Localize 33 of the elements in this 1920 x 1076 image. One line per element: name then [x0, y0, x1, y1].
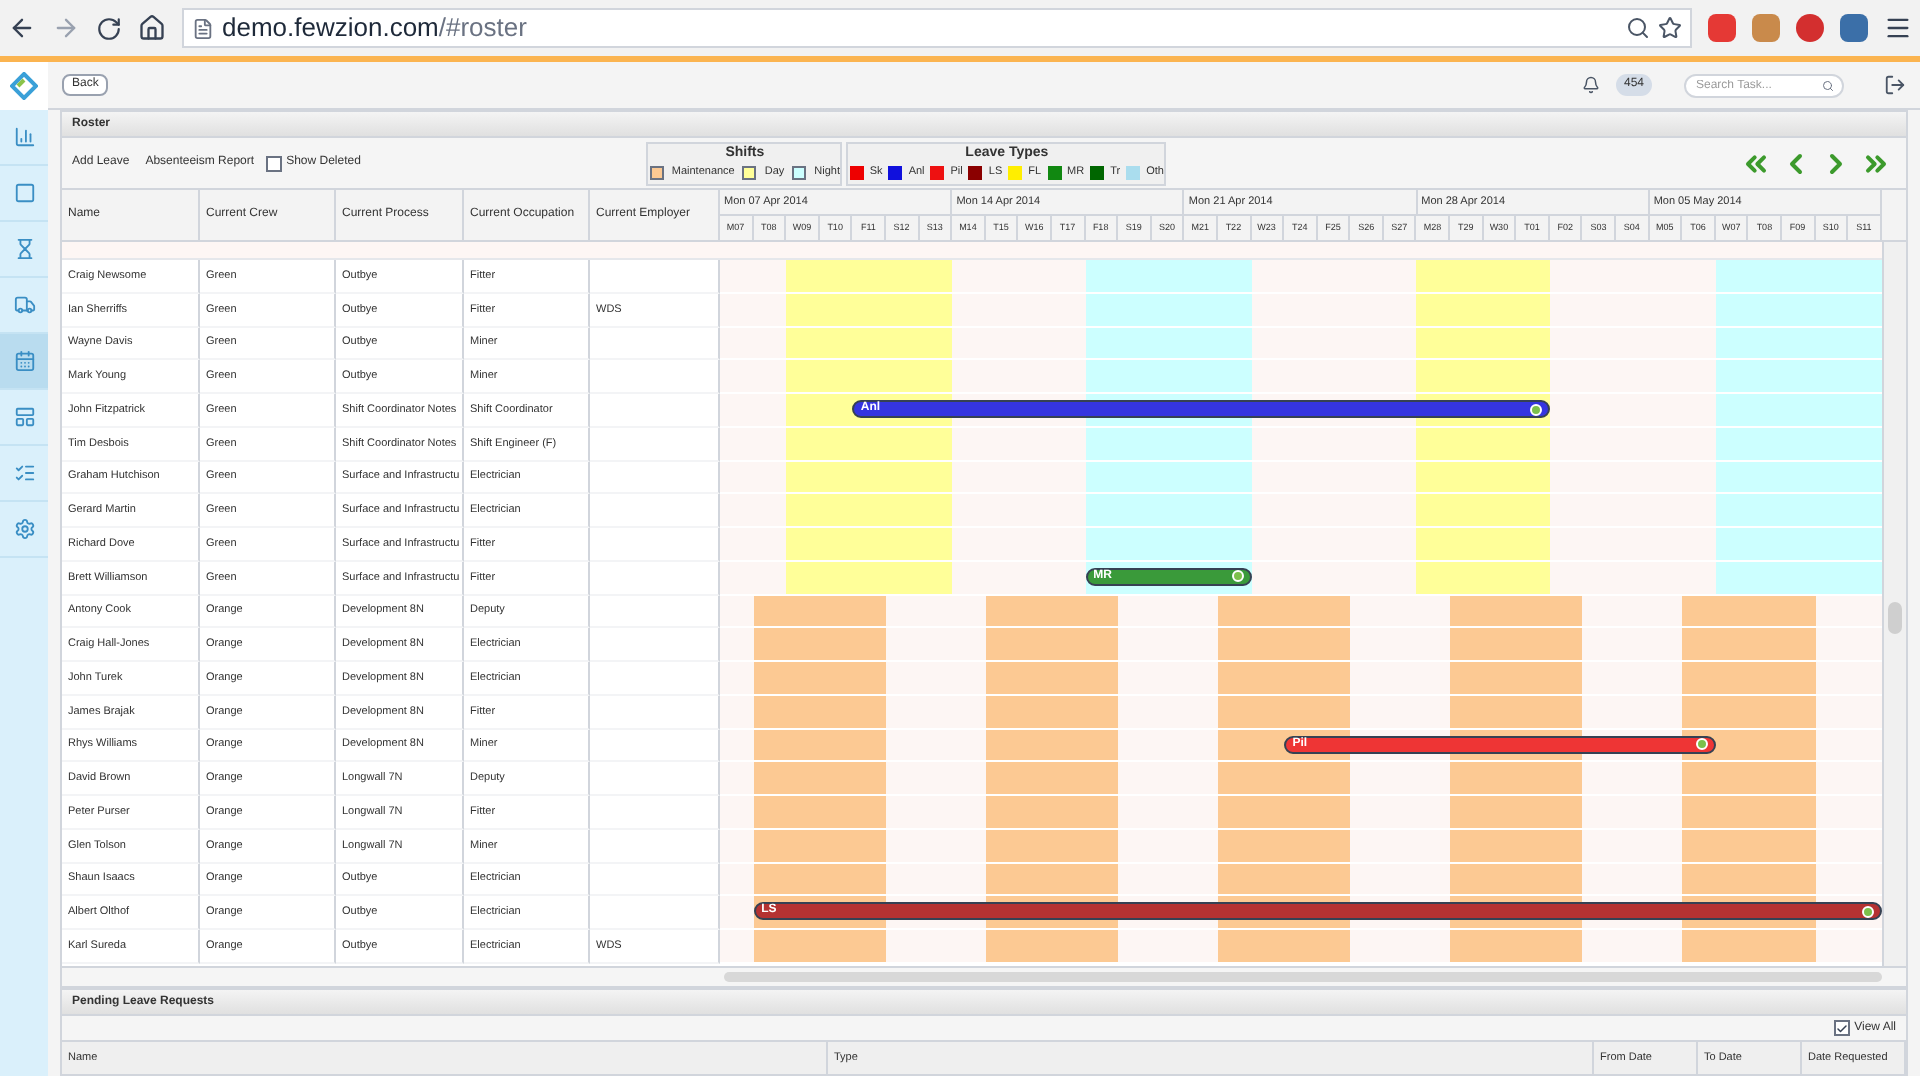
- back-icon[interactable]: [8, 14, 36, 42]
- extension-icon[interactable]: [1752, 14, 1780, 42]
- menu-icon[interactable]: [1884, 14, 1912, 42]
- hourglass-icon: [13, 238, 35, 260]
- home-icon[interactable]: [138, 14, 166, 42]
- panel-icon: [13, 406, 35, 428]
- bar-chart-icon: [13, 126, 35, 148]
- settings-icon: [13, 518, 35, 540]
- checkbox[interactable]: [266, 155, 283, 171]
- search-icon: [1822, 79, 1834, 91]
- url-text: demo.fewzion.com/#roster: [222, 10, 527, 47]
- address-bar[interactable]: demo.fewzion.com/#roster: [182, 8, 1692, 48]
- checkbox[interactable]: [1834, 1020, 1851, 1036]
- page-icon: [192, 17, 214, 39]
- bookmark-star-icon[interactable]: [1658, 16, 1682, 40]
- logo-icon: [10, 72, 38, 100]
- zoom-icon[interactable]: [1626, 16, 1650, 40]
- calendar-icon: [13, 350, 35, 372]
- square-icon: [13, 182, 35, 204]
- bell-icon[interactable]: [1581, 76, 1600, 94]
- logout-icon[interactable]: [1884, 74, 1906, 96]
- scrollbar-thumb[interactable]: [1888, 602, 1902, 634]
- truck-icon: [13, 294, 35, 316]
- extension-icon[interactable]: [1796, 14, 1824, 42]
- extension-icon[interactable]: [1708, 14, 1736, 42]
- sidebar-item[interactable]: [0, 334, 48, 390]
- forward-icon[interactable]: [52, 14, 80, 42]
- reload-icon[interactable]: [96, 15, 122, 41]
- horizontal-scrollbar[interactable]: [724, 972, 1882, 982]
- extension-icon[interactable]: [1840, 14, 1868, 42]
- checklist-icon: [13, 462, 35, 484]
- app-logo[interactable]: [0, 62, 48, 110]
- vertical-scrollbar[interactable]: [1882, 242, 1906, 966]
